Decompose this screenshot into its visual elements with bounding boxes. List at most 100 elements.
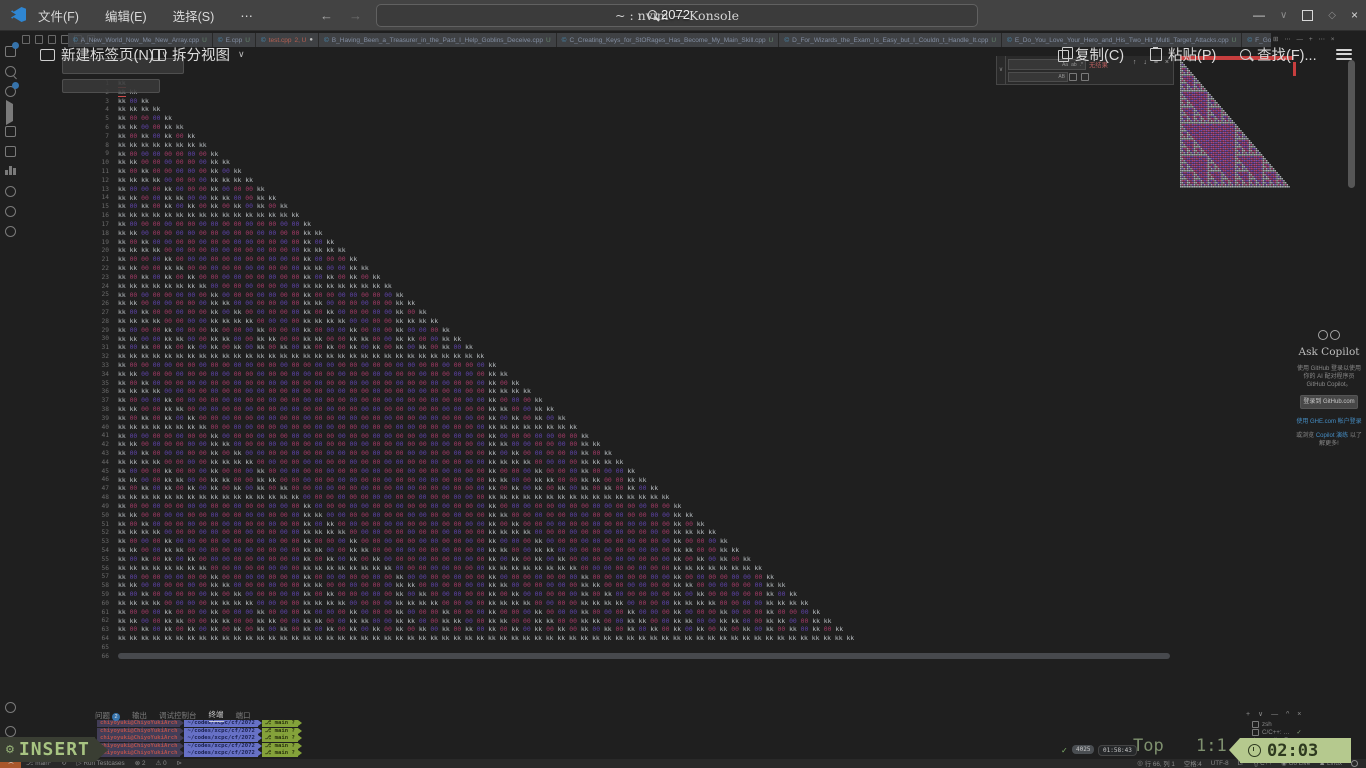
token-00: 0 <box>226 282 230 290</box>
token-00: 0 <box>643 581 647 589</box>
tab[interactable]: ©C_Creating_Keys_for_StORages_Has_Become… <box>557 33 780 47</box>
source-control-icon[interactable] <box>3 84 17 98</box>
search-icon[interactable] <box>3 64 17 78</box>
terminal-list-item[interactable]: C/C++: …✓ <box>1252 729 1302 737</box>
token-kk: kk <box>141 625 149 633</box>
token-kk: kk <box>627 634 635 642</box>
split-view-button[interactable]: 拆分视图 ∨ <box>152 44 245 65</box>
token-00: 0 <box>157 396 161 404</box>
explorer-icon[interactable] <box>3 44 17 58</box>
menu-item[interactable]: 编辑(E) <box>105 6 147 25</box>
close-button[interactable]: × <box>1351 8 1358 22</box>
token-00: 0 <box>133 484 137 492</box>
copilot-walkthrough-link[interactable]: Copilot 演练 <box>1316 433 1348 439</box>
token-kk: kk <box>627 608 635 616</box>
token-00: 0 <box>157 158 161 166</box>
status-bar-item[interactable]: ⊳ <box>177 760 182 767</box>
token-00: 0 <box>133 291 137 299</box>
token-kk: kk <box>349 617 357 625</box>
panel-tab[interactable]: 输出 <box>132 710 147 721</box>
replace-all-icon[interactable] <box>1081 73 1089 81</box>
status-bar-item[interactable]: ⊗2 <box>135 760 146 767</box>
status-bar-item[interactable]: ◎行 66, 列 1 <box>1137 759 1175 768</box>
token-00: 0 <box>191 467 195 475</box>
token-00: 0 <box>735 599 739 607</box>
token-00: 0 <box>469 458 473 466</box>
token-00: 0 <box>191 238 195 246</box>
minimize-button[interactable]: — <box>1253 8 1265 22</box>
layout-chevron-icon[interactable]: ∨ <box>1280 10 1287 21</box>
token-00: 0 <box>203 273 207 281</box>
chart-icon[interactable] <box>3 164 17 178</box>
status-bar-item[interactable]: ⚠0 <box>155 760 166 767</box>
preserve-case-icon[interactable]: AB <box>1058 74 1065 80</box>
replace-one-icon[interactable] <box>1069 73 1077 81</box>
copy-button[interactable]: 复制(C) <box>1058 44 1124 65</box>
settings-icon[interactable] <box>3 724 17 738</box>
notifications-icon[interactable] <box>1351 760 1358 767</box>
token-00: 0 <box>157 335 161 343</box>
token-kk: kk <box>453 634 461 642</box>
token-kk: kk <box>280 634 288 642</box>
editor-actions-icons[interactable]: ⊞ ⋯ — + ⋯ × <box>1273 35 1337 43</box>
find-button[interactable]: 查找(F)... <box>1240 44 1317 65</box>
tab[interactable]: ©B_Having_Been_a_Treasurer_in_the_Past_I… <box>319 33 557 47</box>
menu-item[interactable]: 文件(F) <box>38 6 79 25</box>
forward-icon[interactable]: → <box>349 8 362 23</box>
maximize-button[interactable] <box>1302 10 1313 21</box>
paste-button[interactable]: 粘贴(P) <box>1150 44 1216 65</box>
token-00: 0 <box>423 573 427 581</box>
token-00: 0 <box>272 282 276 290</box>
menu-item[interactable]: 选择(S) <box>173 6 215 25</box>
panel-tab[interactable]: 调试控制台 <box>159 710 197 721</box>
replace-input[interactable] <box>62 79 160 93</box>
extensions-icon[interactable] <box>3 124 17 138</box>
command-center[interactable]: 2072 <box>648 7 690 22</box>
panel-controls[interactable]: + ∨ — ^ × <box>1246 710 1304 718</box>
minimap[interactable] <box>1180 60 1293 190</box>
status-bar-item[interactable]: 空格:4 <box>1184 759 1202 768</box>
token-00: 0 <box>353 440 357 448</box>
status-bar-item[interactable]: UTF-8 <box>1211 760 1229 767</box>
tab[interactable]: ©D_For_Wizards_the_Exam_Is_Easy_but_I_Co… <box>779 33 1002 47</box>
profile-icon[interactable] <box>3 700 17 714</box>
ghe-signin-link[interactable]: 使用 GHE.com 帐户登录 <box>1296 416 1362 425</box>
run-debug-icon[interactable] <box>3 104 17 118</box>
hamburger-menu-icon[interactable] <box>1336 46 1352 62</box>
account-icon[interactable] <box>3 224 17 238</box>
token-00: 0 <box>296 255 300 263</box>
terminal-scrollbar[interactable] <box>1348 60 1355 188</box>
panel-tab[interactable]: 端口 <box>236 710 251 721</box>
token-00: 0 <box>423 564 427 572</box>
panel-tab[interactable]: 终端 <box>209 709 224 722</box>
token-kk: kk <box>419 590 427 598</box>
token-00: 0 <box>203 370 207 378</box>
menu-item[interactable]: ⋯ <box>240 8 253 23</box>
references-icon[interactable] <box>3 184 17 198</box>
new-tab-button[interactable]: 新建标签页(N) ∨ <box>40 44 168 65</box>
remote-explorer-icon[interactable] <box>3 144 17 158</box>
tab-label: F_Goodbye_Banker_Life.cpp <box>1255 37 1271 44</box>
token-00: 0 <box>203 387 207 395</box>
token-kk: kk <box>488 370 496 378</box>
terminal-list-item[interactable]: zsh <box>1252 721 1302 729</box>
token-00: 0 <box>377 396 381 404</box>
token-kk: kk <box>130 546 138 554</box>
token-00: 0 <box>377 379 381 387</box>
token-kk: kk <box>141 590 149 598</box>
chevron-down-icon[interactable]: ∨ <box>238 49 245 60</box>
paw-icon[interactable] <box>3 204 17 218</box>
code-line: kk kk 00 00 kk kk 00 00 kk kk 00 00 kk k… <box>118 194 280 203</box>
find-next-icon[interactable]: ↓ <box>1143 59 1147 66</box>
back-icon[interactable]: ← <box>320 8 333 23</box>
github-signin-button[interactable]: 登录到 GitHub.com <box>1300 395 1358 409</box>
token-00: 0 <box>272 590 276 598</box>
token-00: 0 <box>319 414 323 422</box>
tab[interactable]: ©test.cpp2, U● <box>256 33 319 47</box>
find-prev-icon[interactable]: ↑ <box>1133 59 1137 66</box>
find-toggle-icon[interactable]: ∨ <box>997 56 1006 84</box>
token-00: 0 <box>330 414 334 422</box>
replace-field[interactable]: AB <box>1008 72 1068 82</box>
panel-tab[interactable]: 问题2 <box>95 710 120 721</box>
token-kk: kk <box>615 634 623 642</box>
